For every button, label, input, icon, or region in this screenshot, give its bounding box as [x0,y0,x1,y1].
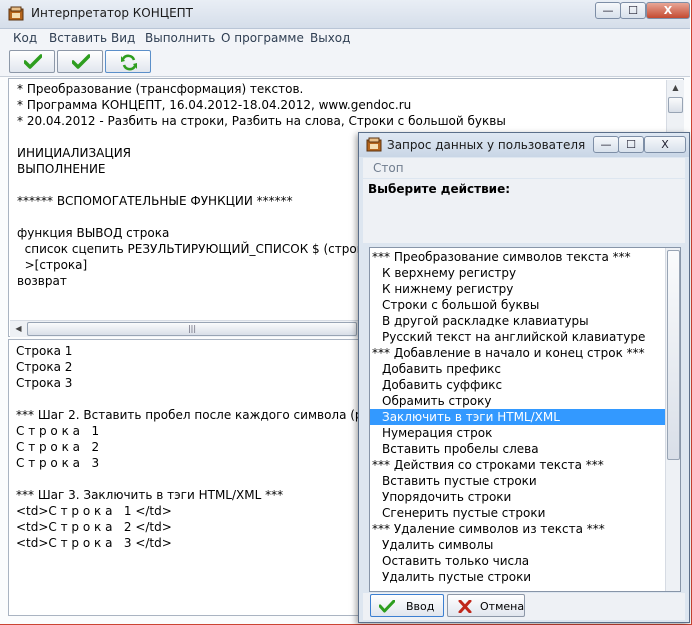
list-item[interactable]: Упорядочить строки [370,489,665,505]
code-line: ВЫПОЛНЕНИЕ [17,162,106,176]
user-input-dialog: Запрос данных у пользователя — ☐ X Стоп … [358,132,690,623]
dialog-title: Запрос данных у пользователя [387,138,586,152]
output-line: С т р о к а 2 [16,440,100,454]
menu-exit[interactable]: Выход [310,31,350,45]
action-listbox[interactable]: *** Преобразование символов текста *** К … [369,247,681,592]
run-button[interactable] [9,50,55,73]
dialog-prompt: Выберите действие: [368,182,511,196]
refresh-button[interactable] [105,50,151,73]
close-icon: X [663,4,673,17]
list-item[interactable]: Удалить пустые строки [370,569,665,585]
list-group-header[interactable]: *** Преобразование символов текста *** [370,249,665,265]
code-line: * Преобразование (трансформация) текстов… [17,82,304,96]
app-icon [8,6,24,21]
maximize-button[interactable]: ☐ [620,2,646,19]
list-item[interactable]: Обрамить строку [370,393,665,409]
output-line: С т р о к а 3 [16,456,100,470]
output-line: <td>С т р о к а 2 </td> [16,520,172,534]
list-item[interactable]: Вставить пустые строки [370,473,665,489]
output-line: *** Шаг 2. Вставить пробел после каждого… [16,408,377,422]
code-line: возврат [17,274,67,288]
cancel-button[interactable]: Отмена [447,594,525,617]
list-item[interactable]: Оставить только числа [370,553,665,569]
check-green-icon [72,54,90,69]
ok-button-label: Ввод [406,600,435,613]
minimize-icon: — [600,138,612,151]
maximize-icon: ☐ [628,4,638,17]
output-line: <td>С т р о к а 3 </td> [16,536,172,550]
app-icon [366,137,382,152]
output-line: <td>С т р о к а 1 </td> [16,504,172,518]
scroll-thumb[interactable] [668,97,683,113]
list-group-header[interactable]: *** Добавление в начало и конец строк **… [370,345,665,361]
output-line: С т р о к а 1 [16,424,100,438]
minimize-button[interactable]: — [595,2,621,19]
close-icon: X [661,138,669,151]
scroll-thumb[interactable] [667,250,680,460]
list-item[interactable]: К верхнему регистру [370,265,665,281]
scroll-grip-icon: ||| [187,324,197,333]
list-group-header[interactable]: *** Действия со строками текста *** [370,457,665,473]
code-line: функция ВЫВОД строка [17,226,170,240]
code-line: ****** ВСПОМОГАТЕЛЬНЫЕ ФУНКЦИИ ****** [17,194,293,208]
list-item[interactable]: Сгенерить пустые строки [370,505,665,521]
menu-insert[interactable]: Вставить [49,31,107,45]
dialog-minimize-button[interactable]: — [593,136,619,153]
list-item[interactable]: Удалить символы [370,537,665,553]
list-item[interactable]: Добавить префикс [370,361,665,377]
list-group-header[interactable]: *** Удаление символов из текста *** [370,521,665,537]
main-titlebar[interactable]: Интерпретатор КОНЦЕПТ — ☐ X [0,0,690,29]
dialog-maximize-button[interactable]: ☐ [618,136,644,153]
cancel-button-label: Отмена [480,600,525,613]
list-item[interactable]: Нумерация строк [370,425,665,441]
ok-button[interactable]: Ввод [370,594,444,617]
output-line: Строка 2 [16,360,73,374]
dialog-titlebar[interactable]: Запрос данных у пользователя — ☐ X [359,133,689,157]
code-line: ИНИЦИАЛИЗАЦИЯ [17,146,132,160]
window-title: Интерпретатор КОНЦЕПТ [31,6,194,20]
menu-stop[interactable]: Стоп [373,161,404,175]
menu-run[interactable]: Выполнить [145,31,215,45]
maximize-icon: ☐ [626,138,636,151]
menu-bar: Код Вставить Вид Выполнить О программе В… [0,29,690,49]
dialog-close-button[interactable]: X [644,136,686,153]
check-green-icon [379,600,395,613]
close-button[interactable]: X [646,2,690,19]
list-item[interactable]: Добавить суффикс [370,377,665,393]
code-line: * Программа КОНЦЕПТ, 16.04.2012-18.04.20… [17,98,412,112]
scroll-thumb[interactable]: ||| [27,322,357,336]
dialog-footer: Ввод Отмена [363,593,685,620]
output-line: Строка 3 [16,376,73,390]
list-item[interactable]: Строки с большой буквы [370,297,665,313]
scroll-up-icon[interactable]: ▲ [667,80,684,96]
cancel-x-icon [458,600,472,613]
list-item[interactable]: К нижнему регистру [370,281,665,297]
menu-view[interactable]: Вид [111,31,135,45]
scroll-left-icon[interactable]: ◀ [10,321,27,337]
output-line: *** Шаг 3. Заключить в тэги HTML/XML *** [16,488,284,502]
menu-about[interactable]: О программе [221,31,304,45]
code-line: * 20.04.2012 - Разбить на строки, Разбит… [17,114,506,128]
listbox-scrollbar[interactable] [665,248,680,591]
menu-code[interactable]: Код [13,31,37,45]
list-item[interactable]: Русский текст на английской клавиатуре [370,329,665,345]
output-line: Строка 1 [16,344,73,358]
refresh-icon [121,54,137,71]
toolbar [0,49,690,77]
dialog-menu-bar: Стоп [363,158,685,178]
minimize-icon: — [602,4,614,17]
code-line: список сцепить РЕЗУЛЬТИРУЮЩИЙ_СПИСОК $ (… [17,242,383,256]
list-item[interactable]: Вставить пробелы слева [370,441,665,457]
run-step-button[interactable] [57,50,103,73]
code-line: >[строка] [17,258,88,272]
dialog-prompt-area: Выберите действие: [363,179,685,243]
check-green-icon [24,54,42,69]
list-item[interactable]: Заключить в тэги HTML/XML [370,409,665,425]
list-item[interactable]: В другой раскладке клавиатуры [370,313,665,329]
